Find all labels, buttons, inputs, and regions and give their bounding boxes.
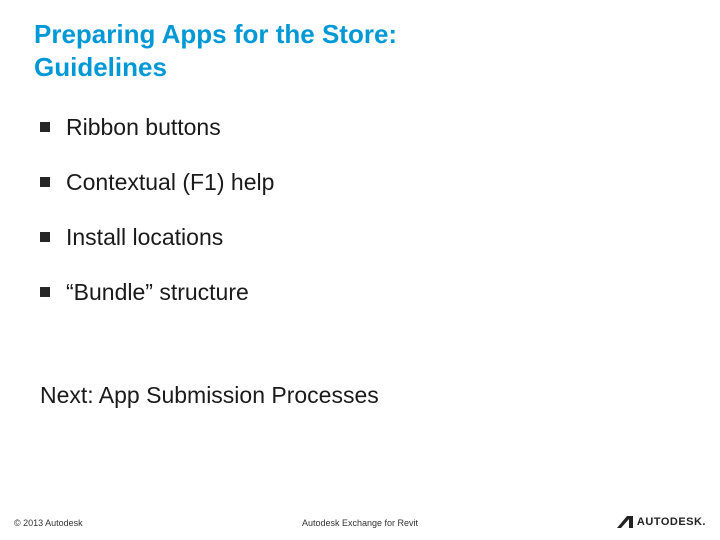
brand-text: AUTODESK. (637, 516, 706, 528)
list-item: “Bundle” structure (40, 279, 680, 306)
autodesk-icon (617, 516, 633, 528)
copyright-text: © 2013 Autodesk (14, 518, 83, 528)
bullet-marker (40, 177, 50, 187)
list-item-label: Contextual (F1) help (66, 169, 274, 196)
list-item: Contextual (F1) help (40, 169, 680, 196)
bullet-marker (40, 287, 50, 297)
bullet-marker (40, 232, 50, 242)
list-item-label: “Bundle” structure (66, 279, 249, 306)
footer-center-text: Autodesk Exchange for Revit (302, 518, 418, 528)
list-item: Install locations (40, 224, 680, 251)
list-item-label: Install locations (66, 224, 223, 251)
list-item-label: Ribbon buttons (66, 114, 221, 141)
footer: © 2013 Autodesk Autodesk Exchange for Re… (0, 508, 720, 528)
next-line: Next: App Submission Processes (40, 382, 379, 409)
bullet-marker (40, 122, 50, 132)
list-item: Ribbon buttons (40, 114, 680, 141)
slide-title: Preparing Apps for the Store: Guidelines (34, 18, 397, 83)
brand-logo: AUTODESK. (617, 516, 706, 528)
bullet-list: Ribbon buttons Contextual (F1) help Inst… (40, 114, 680, 334)
